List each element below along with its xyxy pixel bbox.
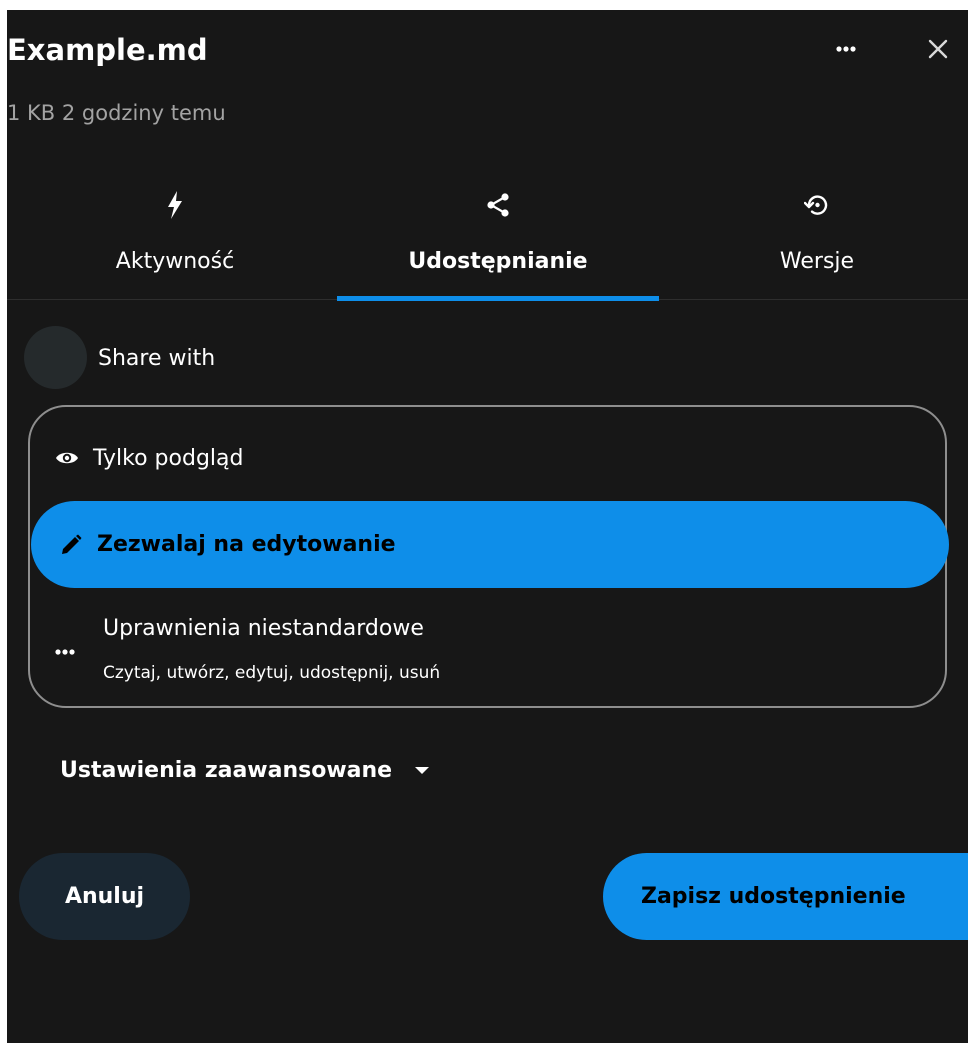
more-horizontal-icon (55, 640, 75, 659)
tab-sharing-label: Udostępnianie (408, 249, 588, 274)
more-actions-button[interactable] (825, 28, 867, 70)
more-horizontal-icon (836, 46, 856, 52)
permission-custom[interactable]: Uprawnienia niestandardowe Czytaj, utwór… (55, 614, 915, 694)
tab-sharing[interactable]: Udostępnianie (337, 175, 659, 301)
advanced-settings-label: Ustawienia zaawansowane (60, 757, 393, 783)
permission-allow-editing[interactable]: Zezwalaj na edytowanie (31, 501, 949, 588)
close-button[interactable] (917, 28, 959, 70)
active-tab-indicator (337, 296, 659, 301)
advanced-settings-toggle[interactable]: Ustawienia zaawansowane (60, 753, 430, 787)
tab-bar: Aktywność Udostępnianie Wersje (7, 175, 968, 301)
tab-versions-label: Wersje (779, 249, 855, 274)
permission-view-only[interactable]: Tylko podgląd (55, 442, 243, 474)
caret-down-icon (414, 766, 430, 775)
tab-activity[interactable]: Aktywność (35, 175, 315, 299)
sharing-sidebar: Example.md 1 KB 2 godziny temu Aktywność (7, 10, 968, 1043)
eye-icon (55, 446, 79, 470)
permission-custom-description: Czytaj, utwórz, edytuj, udostępnij, usuń (103, 663, 441, 683)
close-icon (928, 39, 948, 59)
permission-allow-editing-label: Zezwalaj na edytowanie (97, 532, 396, 557)
tab-versions[interactable]: Wersje (687, 175, 947, 299)
history-icon (804, 187, 830, 223)
permission-custom-label: Uprawnienia niestandardowe (103, 616, 424, 641)
share-icon (486, 187, 510, 223)
tab-activity-label: Aktywność (115, 249, 235, 274)
share-with-label: Share with (98, 346, 216, 371)
cancel-button[interactable]: Anuluj (19, 853, 190, 940)
lightning-icon (167, 187, 183, 223)
file-title: Example.md (7, 33, 208, 67)
permission-view-only-label: Tylko podgląd (93, 445, 244, 471)
save-share-button[interactable]: Zapisz udostępnienie (603, 853, 968, 940)
file-meta: 1 KB 2 godziny temu (7, 101, 226, 125)
pencil-icon (59, 533, 83, 557)
avatar (24, 326, 87, 389)
